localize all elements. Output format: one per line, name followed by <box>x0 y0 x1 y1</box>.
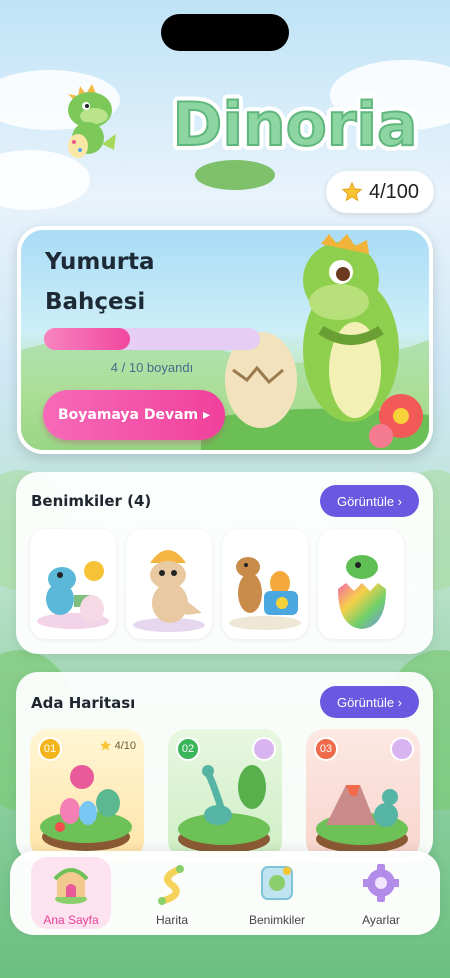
star-icon <box>341 181 363 202</box>
device-notch <box>161 14 289 51</box>
nav-item-home[interactable]: Ana Sayfa <box>31 857 111 929</box>
star-icon <box>99 740 111 751</box>
nav-label: Harita <box>155 913 188 927</box>
egg-garden-card[interactable]: Yumurta Bahçesi 4 / 10 boyandı Boyamaya … <box>17 226 433 454</box>
hero-title: Yumurta Bahçesi <box>45 242 225 322</box>
nav-item-map[interactable]: Harita <box>132 857 212 929</box>
dino-watering-can-image <box>37 561 109 629</box>
locked-icon <box>390 737 414 761</box>
island-map-title: Ada Haritası <box>31 694 136 712</box>
dino-rainbow-egg-image <box>338 555 386 629</box>
island-number-badge: 01 <box>38 737 62 761</box>
nav-label: Benimkiler <box>248 913 305 927</box>
app-logo: Dinoria Dinoria <box>168 85 423 163</box>
bottom-navigation: Ana Sayfa Harita Benimkiler Ayarlar <box>10 851 440 935</box>
dino-egg-basket-image <box>229 557 301 630</box>
coloring-progress-fill <box>44 328 131 350</box>
nav-label: Ayarlar <box>362 913 400 927</box>
island-number-badge: 02 <box>176 737 200 761</box>
continue-coloring-button[interactable]: Boyamaya Devam ▸ <box>43 390 225 440</box>
locked-icon <box>252 737 276 761</box>
artwork-thumbnail[interactable] <box>318 529 404 639</box>
coloring-progress-bar <box>44 328 260 350</box>
island-map-section: Ada Haritası Görüntüle › 01 4/10 02 03 <box>16 672 433 862</box>
svg-text:Dinoria: Dinoria <box>173 90 418 160</box>
mine-view-button[interactable]: Görüntüle › <box>320 485 419 517</box>
artwork-thumbnail[interactable] <box>30 529 116 639</box>
gear-icon <box>363 864 399 902</box>
island-card-01[interactable]: 01 4/10 <box>30 729 144 859</box>
island-progress: 4/10 <box>99 739 136 752</box>
nav-item-settings[interactable]: Ayarlar <box>341 857 421 929</box>
gallery-frame-icon <box>261 866 293 900</box>
island-progress-label: 4/10 <box>114 739 136 752</box>
hero-title-line1: Yumurta <box>45 249 155 275</box>
mine-section-title: Benimkiler (4) <box>31 492 152 510</box>
artwork-thumbnail[interactable] <box>126 529 212 639</box>
nav-label: Ana Sayfa <box>43 913 99 927</box>
map-path-icon <box>158 865 184 905</box>
artwork-thumbnail[interactable] <box>222 529 308 639</box>
star-counter[interactable]: 4/100 <box>326 171 434 213</box>
coloring-progress-text: 4 / 10 boyandı <box>110 360 194 375</box>
dino-mascot-icon <box>68 84 116 158</box>
island-map-view-button[interactable]: Görüntüle › <box>320 686 419 718</box>
island-card-02[interactable]: 02 <box>168 729 282 859</box>
island-card-03[interactable]: 03 <box>306 729 420 859</box>
home-icon <box>53 868 89 904</box>
nav-item-mine[interactable]: Benimkiler <box>237 857 317 929</box>
hero-title-line2: Bahçesi <box>45 289 146 315</box>
mine-section: Benimkiler (4) Görüntüle › <box>16 472 433 654</box>
dino-egg-hat-image <box>133 550 205 632</box>
star-count-label: 4/100 <box>368 180 420 203</box>
island-number-badge: 03 <box>314 737 338 761</box>
